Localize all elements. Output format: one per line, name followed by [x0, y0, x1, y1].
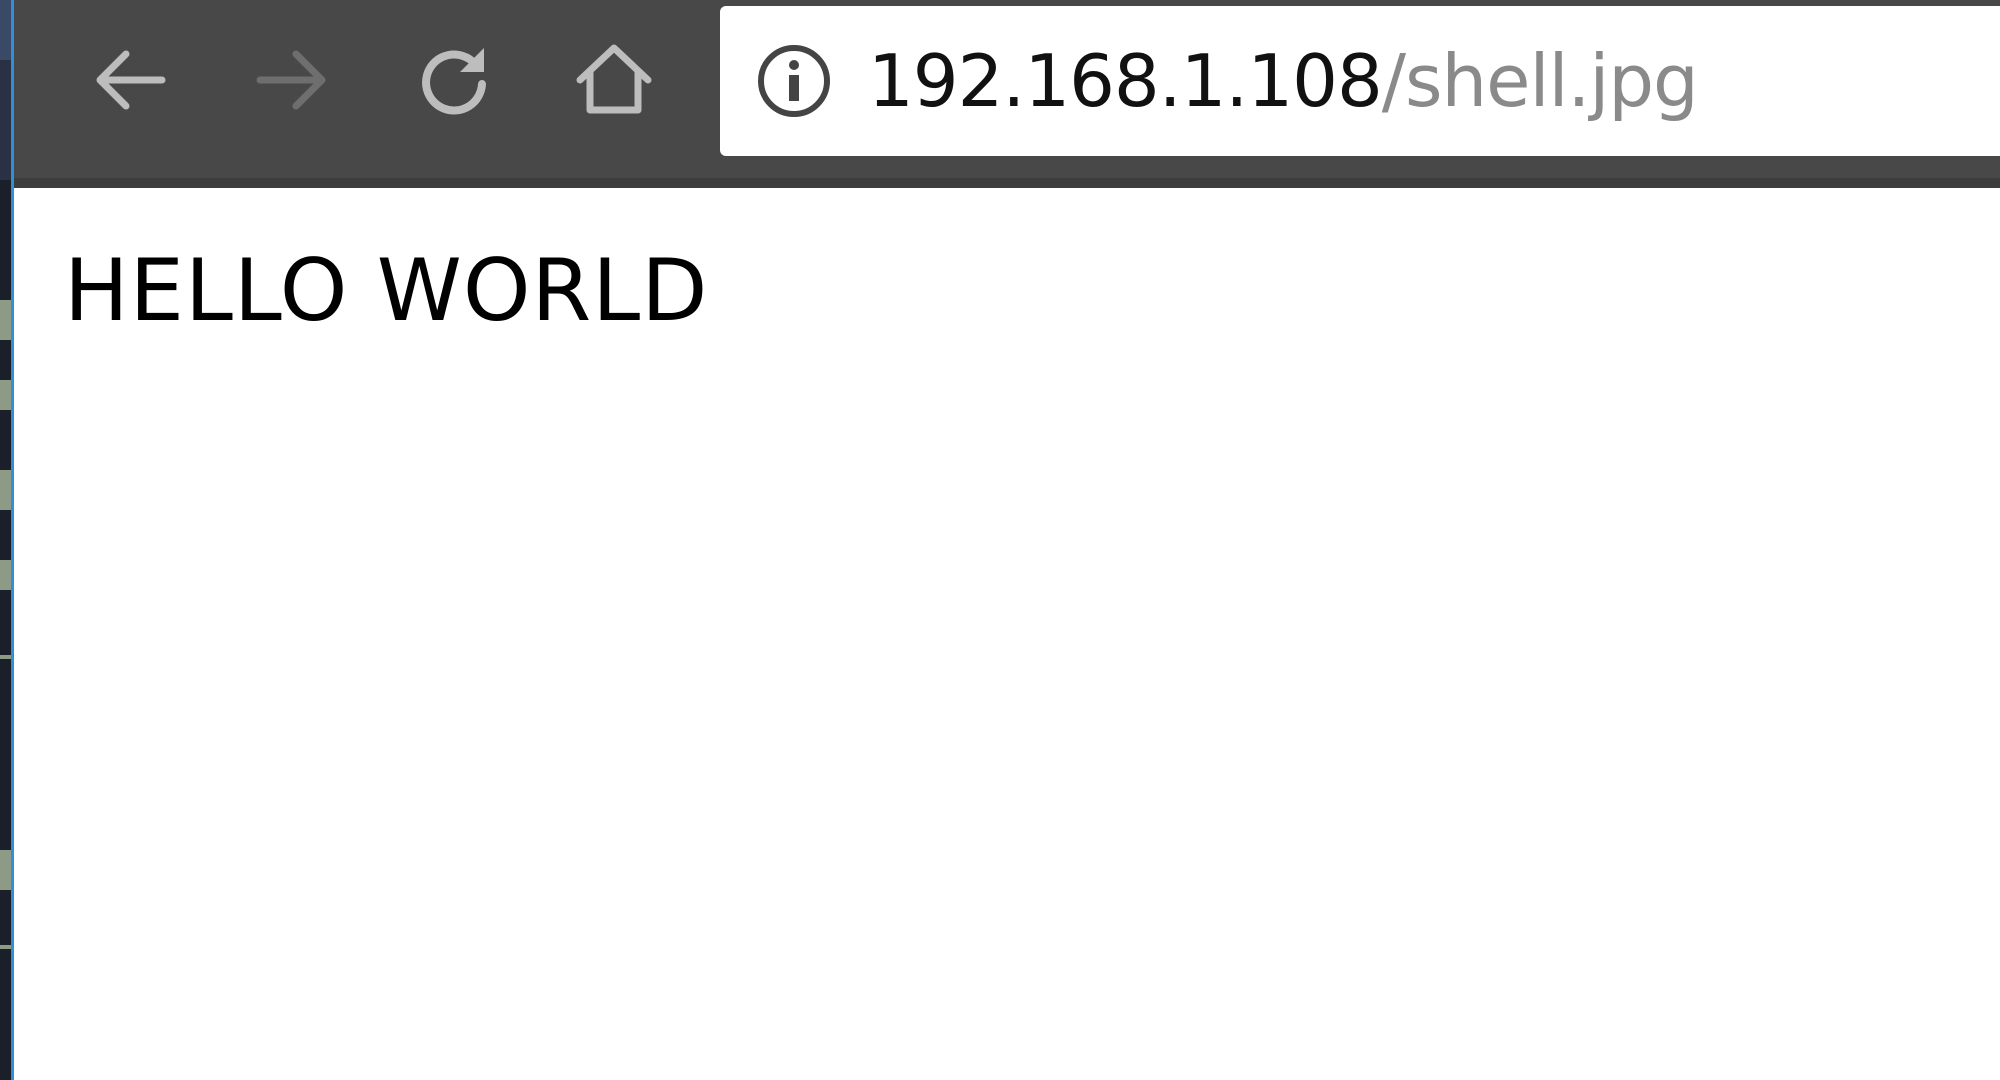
info-icon[interactable]	[756, 43, 832, 119]
url-path: /shell.jpg	[1381, 39, 1699, 123]
home-button[interactable]	[570, 36, 658, 124]
url-text[interactable]: 192.168.1.108/shell.jpg	[868, 45, 1699, 117]
page-text: HELLO WORLD	[64, 241, 709, 341]
reload-button[interactable]	[410, 36, 498, 124]
screen: 192.168.1.108/shell.jpg HELLO WORLD	[0, 0, 2000, 1080]
url-host: 192.168.1.108	[868, 39, 1383, 123]
arrow-left-icon	[96, 50, 166, 110]
arrow-right-icon	[256, 50, 326, 110]
forward-button[interactable]	[248, 36, 336, 124]
page-content: HELLO WORLD	[14, 188, 2000, 1080]
reload-icon	[422, 48, 486, 115]
background-window-edge	[0, 0, 14, 1080]
home-icon	[576, 44, 652, 114]
toolbar-separator	[14, 178, 2000, 188]
browser-toolbar: 192.168.1.108/shell.jpg	[14, 0, 2000, 188]
back-button[interactable]	[86, 36, 174, 124]
address-bar[interactable]: 192.168.1.108/shell.jpg	[720, 6, 2000, 156]
